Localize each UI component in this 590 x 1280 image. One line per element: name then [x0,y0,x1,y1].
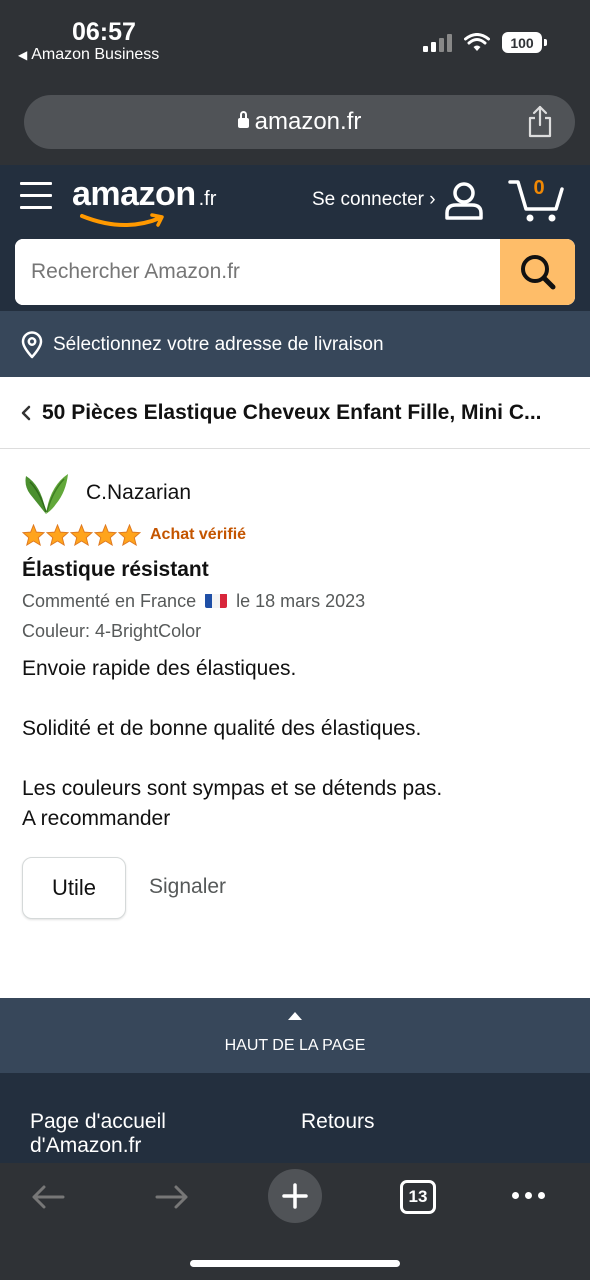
logo-wordmark: amazon [72,175,196,213]
star-rating [22,524,141,546]
wifi-icon [464,32,490,51]
search-bar [15,239,575,305]
home-indicator[interactable] [190,1260,400,1267]
footer: Page d'accueil d'Amazon.fr Retours [0,1073,590,1163]
cellular-signal-icon [423,33,452,52]
star-icon [22,524,45,546]
star-icon [118,524,141,546]
url-text: amazon.fr [254,108,362,135]
star-icon [70,524,93,546]
delivery-label: Sélectionnez votre adresse de livraison [53,334,384,355]
reviewer-name[interactable]: C.Nazarian [86,481,191,505]
plus-icon [282,1183,308,1209]
back-to-top-button[interactable]: HAUT DE LA PAGE [0,998,590,1073]
logo-smile-icon [80,213,164,227]
tabs-button[interactable]: 13 [400,1180,436,1214]
caret-up-icon [288,1012,302,1020]
back-triangle-icon: ◀ [18,48,28,62]
product-title-row[interactable]: 50 Pièces Elastique Cheveux Enfant Fille… [0,377,590,449]
hamburger-menu-icon[interactable] [20,182,52,212]
logo-tld: .fr [198,188,217,210]
review-body-line: A recommander [22,807,171,830]
search-button[interactable] [500,239,575,305]
review-origin: Commenté en France [22,591,197,611]
verified-purchase-badge: Achat vérifié [150,526,247,543]
url-bar[interactable]: amazon.fr [24,95,575,149]
review-meta: Commenté en France le 18 mars 2023 [22,591,365,612]
chevron-left-icon [21,405,31,421]
review-variant: Couleur: 4-BrightColor [22,621,202,641]
status-time: 06:57 [72,18,136,46]
footer-link-home[interactable]: Page d'accueil d'Amazon.fr [30,1110,230,1158]
back-to-app-link[interactable]: ◀ Amazon Business [18,46,159,64]
star-icon [94,524,117,546]
review-body-line: Solidité et de bonne qualité des élastiq… [22,717,422,740]
user-account-icon[interactable] [444,181,484,221]
new-tab-button[interactable] [268,1169,322,1223]
report-link[interactable]: Signaler [149,875,226,899]
review-body-line: Les couleurs sont sympas et se détends p… [22,777,443,800]
more-menu-icon[interactable] [512,1192,545,1199]
browser-chrome: 06:57 ◀ Amazon Business 100 amazon.fr [0,0,590,165]
reviewer-avatar [25,474,68,514]
france-flag-icon [205,593,228,608]
location-pin-icon [21,331,43,359]
back-app-label: Amazon Business [31,46,160,63]
review-body: Envoie rapide des élastiques. Solidité e… [22,654,572,834]
lock-icon [237,111,249,128]
battery-icon: 100 [502,32,547,53]
footer-link-returns[interactable]: Retours [301,1110,375,1134]
cart-count-badge: 0 [533,177,545,199]
review-body-line: Envoie rapide des élastiques. [22,657,297,680]
review-date: le 18 mars 2023 [236,591,366,611]
delivery-address-bar[interactable]: Sélectionnez votre adresse de livraison [0,311,590,377]
search-icon [521,255,556,290]
back-to-top-label: HAUT DE LA PAGE [224,1037,366,1054]
signin-link[interactable]: Se connecter › [312,189,436,211]
amazon-logo[interactable]: amazon .fr [72,175,217,227]
status-icons: 100 [423,32,547,53]
review-title: Élastique résistant [22,558,209,581]
helpful-button[interactable]: Utile [22,857,126,919]
star-icon [46,524,69,546]
share-icon[interactable] [525,105,555,139]
url-text-wrap: amazon.fr [24,108,575,136]
back-arrow-icon[interactable] [30,1183,66,1211]
amazon-header: amazon .fr Se connecter › 0 [0,165,590,311]
product-title: 50 Pièces Elastique Cheveux Enfant Fille… [42,401,542,424]
browser-toolbar: 13 [0,1163,590,1280]
forward-arrow-icon[interactable] [154,1183,190,1211]
search-input[interactable] [15,239,500,305]
